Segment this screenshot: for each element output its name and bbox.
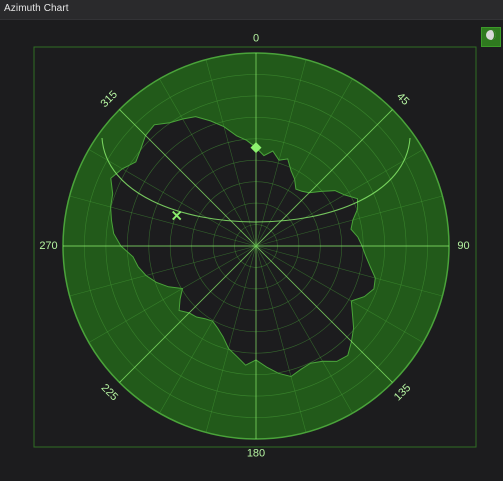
azimuth-polar-chart: 0 45 90 135 180 225 270 315 xyxy=(33,32,477,459)
azimuth-label-135: 135 xyxy=(392,382,413,403)
azimuth-label-0: 0 xyxy=(253,32,259,44)
azimuth-label-180: 180 xyxy=(247,447,265,459)
azimuth-label-270: 270 xyxy=(39,240,57,252)
azimuth-label-225: 225 xyxy=(99,382,120,403)
azimuth-label-90: 90 xyxy=(457,240,469,252)
window-title: Azimuth Chart xyxy=(4,3,69,14)
azimuth-label-315: 315 xyxy=(99,89,120,110)
chart-area: 0 45 90 135 180 225 270 315 xyxy=(0,20,503,481)
window-titlebar: Azimuth Chart xyxy=(0,0,503,20)
azimuth-chart-window: Azimuth Chart 0 45 90 135 180 225 270 315 xyxy=(0,0,503,481)
azimuth-label-45: 45 xyxy=(394,91,411,108)
